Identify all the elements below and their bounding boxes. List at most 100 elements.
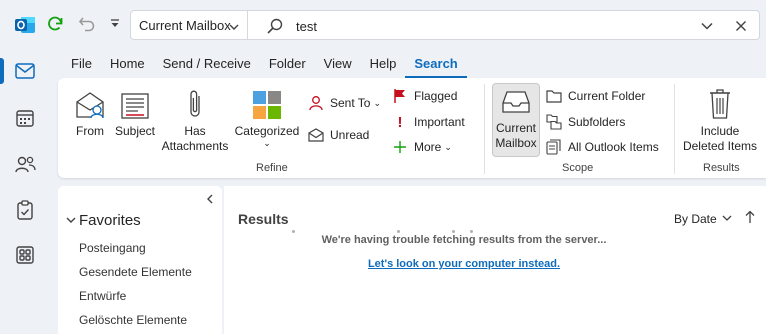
folder-item-entwuerfe[interactable]: Entwürfe	[79, 289, 126, 303]
search-options-chevron-icon[interactable]	[700, 19, 714, 38]
ribbon-separator	[674, 84, 675, 174]
flag-icon	[390, 88, 410, 104]
outlook-logo-icon	[8, 10, 42, 40]
subject-button[interactable]: Subject	[112, 86, 158, 139]
search-icon	[266, 17, 284, 40]
loading-dot	[292, 230, 295, 233]
search-box[interactable]	[248, 10, 760, 40]
more-label: More	[414, 140, 442, 154]
app-rail	[0, 0, 50, 334]
refine-group-label: Refine	[256, 162, 288, 174]
from-label: From	[76, 124, 104, 138]
unread-label: Unread	[330, 128, 370, 142]
categorized-label: Categorized	[234, 124, 300, 138]
subject-label: Subject	[114, 124, 156, 138]
sent-to-label: Sent To	[330, 96, 371, 110]
collapse-pane-icon[interactable]	[206, 194, 214, 207]
categorized-chevron-icon: ⌄	[263, 138, 271, 148]
sync-icon[interactable]	[40, 10, 70, 38]
from-button[interactable]: From	[70, 86, 110, 139]
tab-send-receive[interactable]: Send / Receive	[154, 52, 260, 78]
inbox-tray-icon	[501, 90, 531, 119]
search-scope-label: Current Mailbox	[139, 17, 231, 33]
plus-icon	[390, 140, 410, 154]
sort-direction-arrow-icon[interactable]	[744, 210, 756, 229]
tasks-icon[interactable]	[8, 195, 42, 225]
folder-item-geloeschte-elemente[interactable]: Gelöschte Elemente	[79, 313, 187, 327]
chevron-down-icon	[66, 212, 76, 229]
folder-item-gesendete-elemente[interactable]: Gesendete Elemente	[79, 265, 192, 279]
error-message: We're having trouble fetching results fr…	[321, 234, 607, 246]
loading-dot	[397, 230, 400, 233]
rail-active-indicator	[0, 58, 4, 84]
tab-file[interactable]: File	[62, 52, 101, 78]
favorites-label: Favorites	[79, 212, 141, 229]
include-deleted-items-button[interactable]: Include Deleted Items	[680, 86, 760, 154]
close-icon[interactable]	[734, 19, 748, 38]
important-label: Important	[414, 115, 465, 129]
current-folder-button[interactable]: Current Folder	[544, 86, 645, 106]
favorites-header[interactable]: Favorites	[66, 212, 141, 229]
categories-icon	[252, 86, 282, 120]
calendar-icon[interactable]	[8, 103, 42, 133]
search-local-link[interactable]: Let's look on your computer instead.	[224, 258, 704, 270]
sort-by-dropdown[interactable]: By Date	[674, 212, 732, 226]
all-items-icon	[544, 139, 564, 155]
tab-home[interactable]: Home	[101, 52, 154, 78]
tab-search[interactable]: Search	[405, 52, 467, 78]
current-mailbox-button[interactable]: Current Mailbox	[492, 83, 540, 157]
chevron-down-icon	[722, 212, 732, 226]
include-deleted-label-2: Deleted Items	[682, 139, 758, 153]
results-group-label: Results	[703, 162, 740, 174]
current-mailbox-label-2: Mailbox	[495, 136, 537, 150]
more-chevron-icon: ⌄	[444, 141, 452, 152]
all-outlook-items-button[interactable]: All Outlook Items	[544, 137, 659, 157]
folder-item-posteingang[interactable]: Posteingang	[79, 241, 146, 255]
navigation-pane: Favorites Posteingang Gesendete Elemente…	[58, 186, 222, 334]
results-title: Results	[238, 211, 289, 227]
sent-to-button[interactable]: Sent To ⌄	[306, 93, 381, 113]
sort-label: By Date	[674, 212, 717, 226]
customize-quick-access-icon[interactable]	[100, 10, 130, 38]
important-button[interactable]: ! Important	[390, 112, 465, 132]
has-attachments-label-1: Has	[184, 124, 206, 138]
chevron-down-icon	[229, 20, 239, 35]
tab-folder[interactable]: Folder	[260, 52, 315, 78]
from-icon	[74, 86, 106, 120]
ribbon: From Subject Has Attachments Categorized…	[58, 78, 766, 178]
unread-envelope-icon	[306, 128, 326, 142]
loading-dot	[470, 230, 473, 233]
important-icon: !	[397, 113, 403, 131]
current-mailbox-label-1: Current	[495, 121, 536, 135]
include-deleted-label-1: Include	[700, 124, 740, 138]
apps-icon[interactable]	[8, 240, 42, 270]
subject-icon	[120, 86, 150, 120]
categorized-button[interactable]: Categorized ⌄	[232, 86, 302, 148]
ribbon-tabs: File Home Send / Receive Folder View Hel…	[62, 52, 467, 78]
tab-view[interactable]: View	[315, 52, 361, 78]
people-icon[interactable]	[8, 149, 42, 179]
all-outlook-items-label: All Outlook Items	[568, 140, 659, 154]
loading-dot	[452, 230, 455, 233]
current-folder-label: Current Folder	[568, 89, 646, 103]
has-attachments-label-2: Attachments	[161, 139, 229, 153]
subfolders-button[interactable]: Subfolders	[544, 112, 625, 132]
trash-icon	[708, 86, 732, 120]
paperclip-icon	[186, 86, 204, 120]
mail-icon[interactable]	[8, 56, 42, 86]
flagged-label: Flagged	[414, 89, 458, 103]
flagged-button[interactable]: Flagged	[390, 86, 457, 106]
sent-to-chevron-icon: ⌄	[373, 97, 382, 108]
tab-help[interactable]: Help	[361, 52, 406, 78]
scope-group-label: Scope	[562, 162, 594, 174]
ribbon-separator	[484, 84, 485, 174]
search-scope-dropdown[interactable]: Current Mailbox	[130, 10, 248, 40]
results-pane: Results By Date We're having trouble fet…	[224, 186, 766, 334]
person-icon	[306, 95, 326, 111]
unread-button[interactable]: Unread	[306, 125, 369, 145]
folder-icon	[544, 89, 564, 103]
search-input[interactable]	[296, 16, 676, 36]
undo-icon[interactable]	[72, 10, 102, 38]
has-attachments-button[interactable]: Has Attachments	[158, 86, 232, 154]
more-button[interactable]: More ⌄	[390, 137, 452, 157]
